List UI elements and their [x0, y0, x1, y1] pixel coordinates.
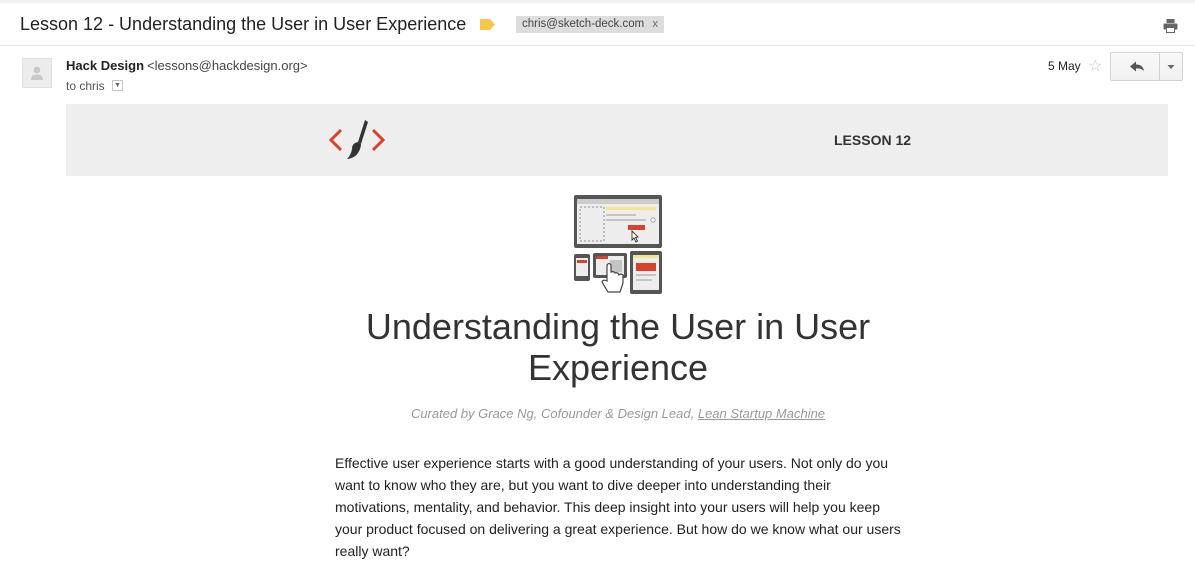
email-banner: LESSON 12 — [66, 104, 1168, 176]
curator-organization-link[interactable]: Lean Startup Machine — [698, 406, 825, 421]
lesson-title: Understanding the User in User Experienc… — [365, 306, 871, 388]
top-edge — [0, 0, 1195, 3]
sender-avatar[interactable] — [22, 58, 52, 88]
hack-design-logo — [328, 120, 386, 159]
remove-label-icon[interactable]: x — [653, 16, 659, 33]
sender-email: <lessons@hackdesign.org> — [147, 58, 308, 73]
email-subject: Lesson 12 - Understanding the User in Us… — [20, 14, 467, 34]
intro-paragraph: Effective user experience starts with a … — [335, 455, 901, 559]
lesson-number-tag: LESSON 12 — [834, 132, 912, 148]
star-icon[interactable]: ☆ — [1088, 56, 1102, 76]
label-chip[interactable]: chris@sketch-deck.com x — [516, 16, 664, 33]
curator-text: Curated by Grace Ng, Cofounder & Design … — [410, 406, 695, 421]
sender-name[interactable]: Hack Design — [66, 58, 144, 73]
label-icon[interactable] — [480, 19, 495, 30]
recipient-line: to chris — [66, 79, 105, 93]
curator-line: Curated by Grace Ng, Cofounder & Design … — [300, 406, 936, 421]
more-options-button[interactable] — [1159, 52, 1183, 81]
show-details-dropdown-icon[interactable]: ▼ — [112, 80, 123, 91]
subject-bar: Lesson 12 - Understanding the User in Us… — [0, 0, 1195, 46]
reply-icon — [1130, 61, 1144, 72]
message-date: 5 May — [1048, 59, 1081, 73]
label-chip-text: chris@sketch-deck.com — [522, 18, 645, 30]
reply-button[interactable] — [1110, 52, 1160, 81]
print-icon[interactable] — [1163, 19, 1178, 33]
dropdown-icon — [1167, 65, 1175, 69]
devices-illustration — [574, 195, 662, 294]
avatar-icon — [31, 66, 43, 80]
